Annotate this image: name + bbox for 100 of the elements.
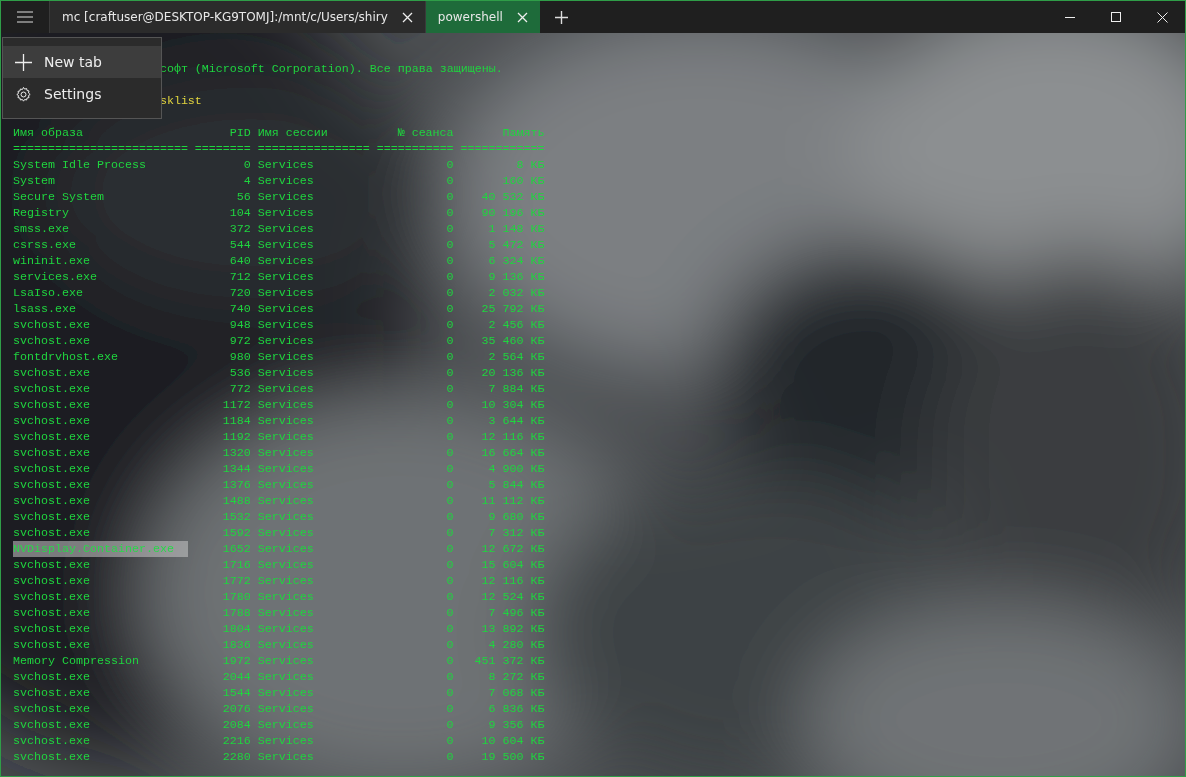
table-cell-text: 2216 bbox=[221, 733, 251, 749]
table-cell-text: 15 604 КБ bbox=[480, 557, 545, 573]
table-cell-text: Services bbox=[257, 701, 315, 717]
table-cell-text: 0 bbox=[445, 541, 454, 557]
table-cell-text: svchost.exe bbox=[13, 605, 91, 621]
table-cell-text: Services bbox=[257, 301, 315, 317]
table-cell-text: Services bbox=[257, 749, 315, 765]
table-cell-text: 0 bbox=[445, 509, 454, 525]
command-text: sklist bbox=[159, 93, 202, 109]
table-cell-text: 712 bbox=[228, 269, 251, 285]
close-icon[interactable] bbox=[516, 11, 528, 23]
table-cell-text: 1652 bbox=[221, 541, 251, 557]
table-cell-text: svchost.exe bbox=[13, 461, 91, 477]
table-cell-text: 0 bbox=[445, 301, 454, 317]
table-cell-text: 1972 bbox=[221, 653, 251, 669]
table-cell-text: Services bbox=[257, 525, 315, 541]
table-cell-text: Services bbox=[257, 189, 315, 205]
table-cell-text: 25 792 КБ bbox=[480, 301, 545, 317]
menu-icon bbox=[17, 11, 33, 23]
table-cell-text: svchost.exe bbox=[13, 525, 91, 541]
table-cell-text: 12 116 КБ bbox=[480, 573, 545, 589]
table-cell-text: 536 bbox=[228, 365, 251, 381]
table-cell-text: Services bbox=[257, 461, 315, 477]
table-cell-text: svchost.exe bbox=[13, 573, 91, 589]
table-cell-text: Services bbox=[257, 733, 315, 749]
table-cell-text: svchost.exe bbox=[13, 685, 91, 701]
table-cell-text: 0 bbox=[445, 717, 454, 733]
table-cell-text: Services bbox=[257, 493, 315, 509]
settings-icon bbox=[15, 85, 32, 103]
table-cell-text: svchost.exe bbox=[13, 621, 91, 637]
separator-text: ================ bbox=[257, 141, 370, 157]
table-cell-text: Services bbox=[257, 237, 315, 253]
table-cell-text: svchost.exe bbox=[13, 509, 91, 525]
table-cell-text: Services bbox=[257, 365, 315, 381]
column-header: Память bbox=[501, 125, 545, 141]
table-cell-text: svchost.exe bbox=[13, 413, 91, 429]
tab[interactable]: mc [craftuser@DESKTOP-KG9TOMJ]:/mnt/c/Users/shiry bbox=[49, 1, 425, 33]
table-cell-text: 2076 bbox=[221, 701, 251, 717]
table-cell-text: 0 bbox=[445, 333, 454, 349]
table-cell-text: Services bbox=[257, 317, 315, 333]
table-cell-text: 1836 bbox=[221, 637, 251, 653]
table-cell-text: svchost.exe bbox=[13, 333, 91, 349]
table-cell-text: 972 bbox=[228, 333, 251, 349]
table-cell-text: 4 bbox=[242, 173, 251, 189]
table-cell-text: Services bbox=[257, 445, 315, 461]
table-cell-text: svchost.exe bbox=[13, 365, 91, 381]
table-cell-text: 0 bbox=[445, 525, 454, 541]
minimize-icon bbox=[1065, 16, 1075, 18]
table-cell-text: Services bbox=[257, 157, 315, 173]
table-cell-text: 0 bbox=[445, 189, 454, 205]
table-cell-text: 3 644 КБ bbox=[487, 413, 545, 429]
table-cell-text: System Idle Process bbox=[13, 157, 147, 173]
table-cell-text: 6 836 КБ bbox=[487, 701, 545, 717]
table-cell-text: 640 bbox=[228, 253, 251, 269]
table-cell-text: svchost.exe bbox=[13, 477, 91, 493]
table-cell-text: 0 bbox=[445, 669, 454, 685]
table-cell-text: 0 bbox=[445, 157, 454, 173]
table-cell-text: 0 bbox=[445, 253, 454, 269]
table-cell-text: 1320 bbox=[221, 445, 251, 461]
table-cell-text: 11 112 КБ bbox=[480, 493, 545, 509]
table-cell-text: 0 bbox=[445, 349, 454, 365]
table-cell-text: 0 bbox=[445, 317, 454, 333]
table-cell-text: Services bbox=[257, 589, 315, 605]
table-cell-text: 90 196 КБ bbox=[480, 205, 545, 221]
table-cell-text: Services bbox=[257, 621, 315, 637]
table-cell-text: 7 496 КБ bbox=[487, 605, 545, 621]
table-cell-text: svchost.exe bbox=[13, 381, 91, 397]
table-cell-text: 5 472 КБ bbox=[487, 237, 545, 253]
table-cell-text: 1344 bbox=[221, 461, 251, 477]
table-cell-text: 5 844 КБ bbox=[487, 477, 545, 493]
table-cell-text: Services bbox=[257, 413, 315, 429]
table-cell-text: 0 bbox=[445, 477, 454, 493]
tab[interactable]: powershell bbox=[424, 1, 540, 33]
table-cell-text: Services bbox=[257, 205, 315, 221]
table-cell-text: svchost.exe bbox=[13, 397, 91, 413]
table-cell-text: 4 280 КБ bbox=[487, 637, 545, 653]
table-cell-text: 0 bbox=[445, 413, 454, 429]
menu-item[interactable]: Settings bbox=[3, 78, 161, 110]
table-cell-text: 1592 bbox=[221, 525, 251, 541]
table-cell-text: Services bbox=[257, 397, 315, 413]
table-cell-text: 0 bbox=[445, 221, 454, 237]
table-cell-text: svchost.exe bbox=[13, 733, 91, 749]
separator-text: ========================= bbox=[13, 141, 188, 157]
close-icon[interactable] bbox=[401, 11, 413, 23]
table-cell-text: 2 032 КБ bbox=[487, 285, 545, 301]
menu-item[interactable]: New tab bbox=[3, 46, 161, 78]
table-cell-text: svchost.exe bbox=[13, 589, 91, 605]
table-cell-text: 35 460 КБ bbox=[480, 333, 545, 349]
table-cell-text: 12 116 КБ bbox=[480, 429, 545, 445]
table-cell-text: Services bbox=[257, 685, 315, 701]
table-cell-text: 104 bbox=[228, 205, 251, 221]
table-cell-text: 1172 bbox=[221, 397, 251, 413]
table-cell-text: Memory Compression bbox=[13, 653, 140, 669]
table-cell-text: 0 bbox=[445, 269, 454, 285]
table-cell-text: Services bbox=[257, 557, 315, 573]
table-cell-text: 0 bbox=[445, 637, 454, 653]
table-cell-text: svchost.exe bbox=[13, 749, 91, 765]
table-cell-text: svchost.exe bbox=[13, 717, 91, 733]
table-cell-text: 0 bbox=[445, 445, 454, 461]
table-cell-text: 0 bbox=[445, 749, 454, 765]
